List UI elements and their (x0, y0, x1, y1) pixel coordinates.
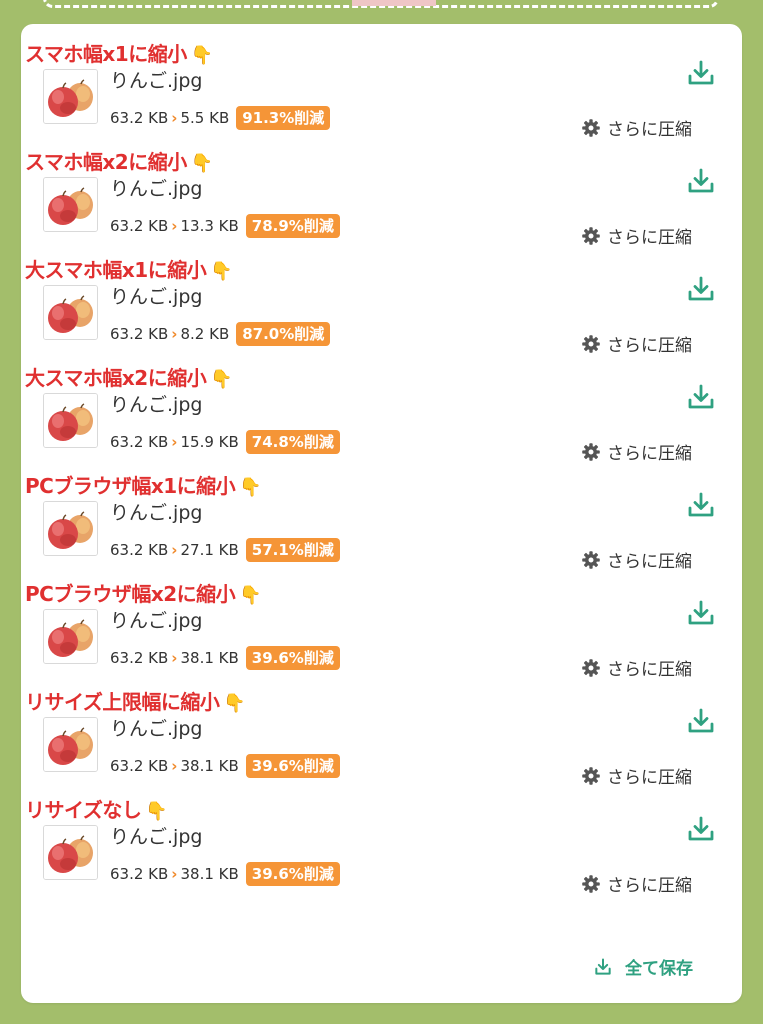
result-title: スマホ幅x2に縮小 👇 (25, 150, 213, 174)
download-icon (595, 958, 611, 975)
size-info: 63.2 KB › 38.1 KB 39.6%削減 (110, 862, 340, 886)
result-title: リサイズ上限幅に縮小 👇 (25, 690, 246, 714)
size-info: 63.2 KB › 38.1 KB 39.6%削減 (110, 754, 340, 778)
apple-thumbnail (43, 285, 98, 340)
result-entry: 大スマホ幅x2に縮小 👇 りんご.jpg 63.2 KB › 15.9 KB 74.8%… (21, 348, 742, 464)
chevron-right-icon: › (171, 433, 178, 451)
reduction-badge: 74.8%削減 (245, 430, 340, 454)
apple-thumbnail (43, 393, 98, 448)
compress-more-label: さらに圧縮 (607, 876, 692, 896)
compress-more-button[interactable]: さらに圧縮 (581, 871, 692, 896)
result-title: PCブラウザ幅x1に縮小 👇 (25, 474, 262, 498)
new-size: 38.1 KB (180, 757, 239, 775)
reduction-badge: 39.6%削減 (245, 754, 340, 778)
file-name: りんご.jpg (110, 610, 203, 632)
original-size: 63.2 KB (110, 433, 169, 451)
pointing-hand-icon: 👇 (190, 153, 213, 174)
apple-thumbnail (43, 69, 98, 124)
original-size: 63.2 KB (110, 541, 169, 559)
original-size: 63.2 KB (110, 865, 169, 883)
gear-icon (581, 874, 601, 894)
result-title: PCブラウザ幅x2に縮小 👇 (25, 582, 262, 606)
reduction-badge: 91.3%削減 (236, 106, 331, 130)
save-all-label: 全て保存 (625, 959, 693, 979)
result-entry: リサイズ上限幅に縮小 👇 りんご.jpg 63.2 KB › 38.1 KB 39.6%… (21, 672, 742, 788)
chevron-right-icon: › (171, 541, 178, 559)
file-name: りんご.jpg (110, 502, 203, 524)
reduction-badge: 87.0%削減 (236, 322, 331, 346)
chevron-right-icon: › (171, 757, 178, 775)
save-all-button[interactable]: 全て保存 (593, 954, 693, 979)
original-size: 63.2 KB (110, 109, 169, 127)
chevron-right-icon: › (171, 865, 178, 883)
pointing-hand-icon: 👇 (210, 261, 233, 282)
download-icon[interactable] (685, 489, 717, 521)
result-entry: スマホ幅x2に縮小 👇 りんご.jpg 63.2 KB › 13.3 KB 78.9%削… (21, 132, 742, 248)
reduction-badge: 78.9%削減 (245, 214, 340, 238)
chevron-right-icon: › (171, 109, 178, 127)
result-entry: リサイズなし 👇 りんご.jpg 63.2 KB › 38.1 KB 39.6%削減 さ… (21, 780, 742, 896)
upload-area-preview (352, 0, 436, 6)
download-icon[interactable] (685, 57, 717, 89)
download-icon[interactable] (685, 597, 717, 629)
result-entry: 大スマホ幅x1に縮小 👇 りんご.jpg 63.2 KB › 8.2 KB 87.0%削… (21, 240, 742, 356)
original-size: 63.2 KB (110, 757, 169, 775)
download-icon[interactable] (685, 381, 717, 413)
pointing-hand-icon: 👇 (239, 477, 262, 498)
result-entry: PCブラウザ幅x2に縮小 👇 りんご.jpg 63.2 KB › 38.1 KB 39.… (21, 564, 742, 680)
apple-thumbnail (43, 717, 98, 772)
chevron-right-icon: › (171, 217, 178, 235)
download-icon[interactable] (685, 705, 717, 737)
new-size: 13.3 KB (180, 217, 239, 235)
new-size: 27.1 KB (180, 541, 239, 559)
size-info: 63.2 KB › 13.3 KB 78.9%削減 (110, 214, 340, 238)
new-size: 15.9 KB (180, 433, 239, 451)
file-name: りんご.jpg (110, 718, 203, 740)
new-size: 5.5 KB (180, 109, 230, 127)
apple-thumbnail (43, 501, 98, 556)
reduction-badge: 57.1%削減 (245, 538, 340, 562)
size-info: 63.2 KB › 15.9 KB 74.8%削減 (110, 430, 340, 454)
size-info: 63.2 KB › 27.1 KB 57.1%削減 (110, 538, 340, 562)
reduction-badge: 39.6%削減 (245, 862, 340, 886)
chevron-right-icon: › (171, 649, 178, 667)
new-size: 38.1 KB (180, 649, 239, 667)
file-name: りんご.jpg (110, 394, 203, 416)
file-name: りんご.jpg (110, 826, 203, 848)
original-size: 63.2 KB (110, 649, 169, 667)
new-size: 38.1 KB (180, 865, 239, 883)
apple-thumbnail (43, 177, 98, 232)
pointing-hand-icon: 👇 (239, 585, 262, 606)
original-size: 63.2 KB (110, 217, 169, 235)
chevron-right-icon: › (171, 325, 178, 343)
apple-thumbnail (43, 609, 98, 664)
result-title: 大スマホ幅x1に縮小 👇 (25, 258, 233, 282)
new-size: 8.2 KB (180, 325, 230, 343)
download-icon[interactable] (685, 165, 717, 197)
size-info: 63.2 KB › 8.2 KB 87.0%削減 (110, 322, 331, 346)
size-info: 63.2 KB › 38.1 KB 39.6%削減 (110, 646, 340, 670)
file-name: りんご.jpg (110, 178, 203, 200)
pointing-hand-icon: 👇 (190, 45, 213, 66)
pointing-hand-icon: 👇 (223, 693, 246, 714)
pointing-hand-icon: 👇 (210, 369, 233, 390)
result-title: 大スマホ幅x2に縮小 👇 (25, 366, 233, 390)
results-card: スマホ幅x1に縮小 👇 りんご.jpg 63.2 KB › 5.5 KB 91.3%削減… (21, 24, 742, 1003)
original-size: 63.2 KB (110, 325, 169, 343)
download-icon[interactable] (685, 813, 717, 845)
size-info: 63.2 KB › 5.5 KB 91.3%削減 (110, 106, 331, 130)
download-icon[interactable] (685, 273, 717, 305)
result-title: リサイズなし 👇 (25, 798, 168, 822)
result-entry: PCブラウザ幅x1に縮小 👇 りんご.jpg 63.2 KB › 27.1 KB 57.… (21, 456, 742, 572)
result-title: スマホ幅x1に縮小 👇 (25, 42, 213, 66)
file-name: りんご.jpg (110, 70, 203, 92)
reduction-badge: 39.6%削減 (245, 646, 340, 670)
apple-thumbnail (43, 825, 98, 880)
pointing-hand-icon: 👇 (145, 801, 168, 822)
file-name: りんご.jpg (110, 286, 203, 308)
result-entry: スマホ幅x1に縮小 👇 りんご.jpg 63.2 KB › 5.5 KB 91.3%削減… (21, 24, 742, 140)
